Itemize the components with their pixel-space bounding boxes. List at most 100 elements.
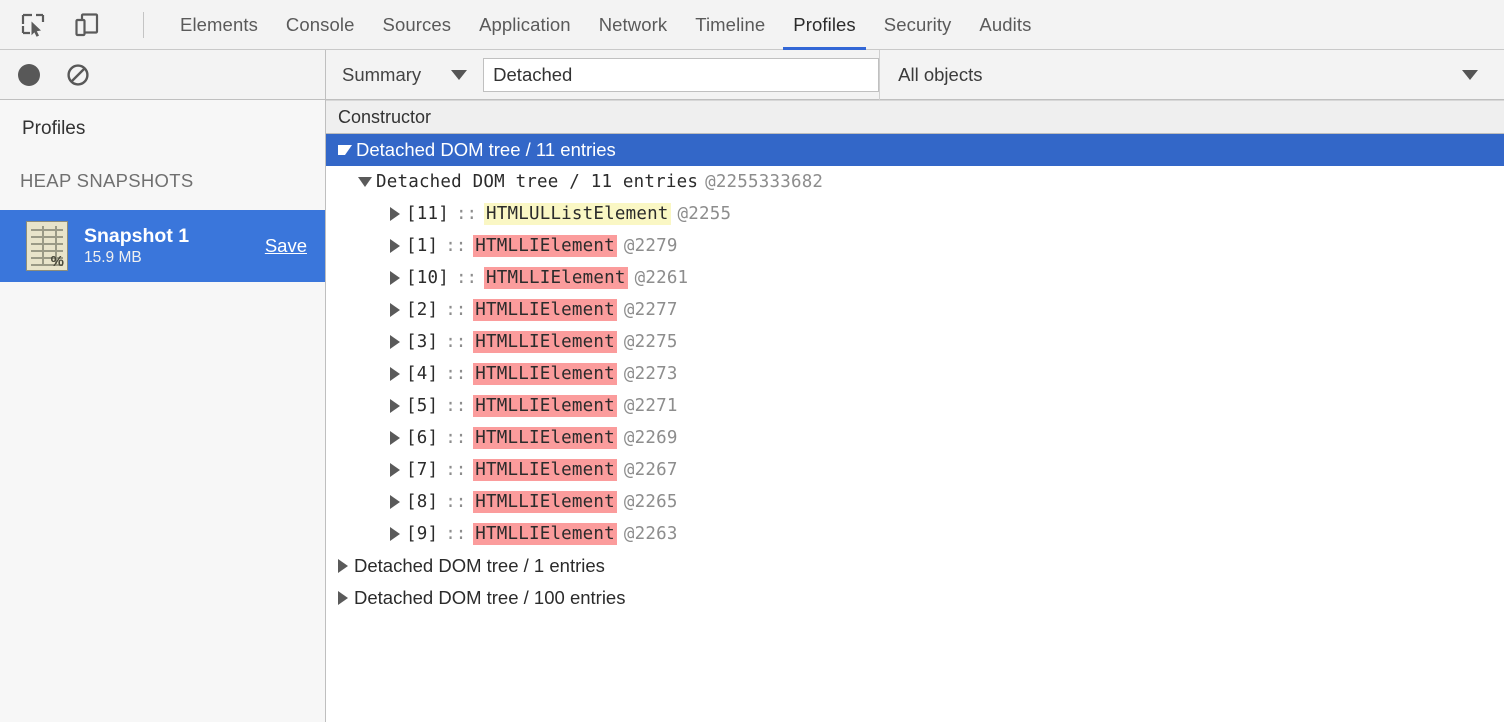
snapshot-size: 15.9 MB <box>84 249 255 267</box>
tree-row[interactable]: Detached DOM tree / 100 entries <box>326 582 1504 614</box>
tree-row[interactable]: [10]::HTMLLIElement@2261 <box>326 262 1504 294</box>
snapshot-name: Snapshot 1 <box>84 225 255 247</box>
triangle-right-icon[interactable] <box>390 207 400 221</box>
column-header-constructor[interactable]: Constructor <box>326 100 1504 134</box>
tab-label: Application <box>479 14 571 36</box>
object-address: @2263 <box>624 524 678 544</box>
constructor-name: HTMLLIElement <box>473 363 617 385</box>
tree-row[interactable]: [8]::HTMLLIElement@2265 <box>326 486 1504 518</box>
tab-elements[interactable]: Elements <box>166 0 272 50</box>
constructor-name: HTMLLIElement <box>484 267 628 289</box>
inspect-element-icon[interactable] <box>16 8 50 42</box>
tree-row[interactable]: [1]::HTMLLIElement@2279 <box>326 230 1504 262</box>
entry-separator: :: <box>445 396 466 416</box>
object-address: @2279 <box>624 236 678 256</box>
tree-row[interactable]: [2]::HTMLLIElement@2277 <box>326 294 1504 326</box>
tree-row[interactable]: Detached DOM tree / 11 entries @225533368… <box>326 166 1504 198</box>
constructor-name: HTMLULListElement <box>484 203 671 225</box>
chevron-down-icon <box>451 70 467 80</box>
tree-row[interactable]: [6]::HTMLLIElement@2269 <box>326 422 1504 454</box>
triangle-down-icon[interactable] <box>338 145 352 155</box>
panel-tabs: Elements Console Sources Application Net… <box>166 0 1045 50</box>
tree-row[interactable]: [4]::HTMLLIElement@2273 <box>326 358 1504 390</box>
entry-separator: :: <box>445 364 466 384</box>
tab-console[interactable]: Console <box>272 0 369 50</box>
heap-snapshot-icon: % <box>26 221 68 271</box>
tab-label: Elements <box>180 14 258 36</box>
entry-index: [5] <box>406 396 438 416</box>
tree-row[interactable]: [3]::HTMLLIElement@2275 <box>326 326 1504 358</box>
clear-icon[interactable] <box>66 63 90 87</box>
constructor-name: HTMLLIElement <box>473 331 617 353</box>
save-button[interactable]: Save <box>265 235 307 257</box>
tab-profiles[interactable]: Profiles <box>779 0 870 50</box>
constructor-name: HTMLLIElement <box>473 235 617 257</box>
devtools-body: Profiles HEAP SNAPSHOTS % Snapshot 1 15.… <box>0 100 1504 722</box>
tree-row-label: Detached DOM tree / 11 entries <box>376 172 698 192</box>
tree-row[interactable]: Detached DOM tree / 1 entries <box>326 550 1504 582</box>
constructor-name: HTMLLIElement <box>473 491 617 513</box>
tree-row[interactable]: Detached DOM tree / 11 entries <box>326 134 1504 166</box>
object-address: @2267 <box>624 460 678 480</box>
triangle-right-icon[interactable] <box>390 431 400 445</box>
object-address: @2265 <box>624 492 678 512</box>
entry-separator: :: <box>445 460 466 480</box>
tree-row-label: Detached DOM tree / 1 entries <box>354 555 605 577</box>
entry-index: [4] <box>406 364 438 384</box>
triangle-right-icon[interactable] <box>390 303 400 317</box>
tab-application[interactable]: Application <box>465 0 585 50</box>
entry-separator: :: <box>456 204 477 224</box>
tab-timeline[interactable]: Timeline <box>681 0 779 50</box>
view-select[interactable]: Summary <box>326 50 477 100</box>
tab-audits[interactable]: Audits <box>965 0 1045 50</box>
tree-row[interactable]: [11]::HTMLULListElement@2255 <box>326 198 1504 230</box>
entry-index: [2] <box>406 300 438 320</box>
triangle-right-icon[interactable] <box>390 271 400 285</box>
entry-index: [9] <box>406 524 438 544</box>
tree-row-label: Detached DOM tree / 11 entries <box>356 139 616 161</box>
percent-glyph: % <box>51 254 64 269</box>
tab-label: Timeline <box>695 14 765 36</box>
entry-index: [1] <box>406 236 438 256</box>
constructor-name: HTMLLIElement <box>473 523 617 545</box>
device-toolbar-icon[interactable] <box>70 8 104 42</box>
tab-security[interactable]: Security <box>870 0 966 50</box>
constructor-name: HTMLLIElement <box>473 299 617 321</box>
sidebar-title: Profiles <box>0 100 325 140</box>
object-address: @2261 <box>635 268 689 288</box>
tab-sources[interactable]: Sources <box>369 0 466 50</box>
entry-separator: :: <box>445 332 466 352</box>
tab-network[interactable]: Network <box>585 0 682 50</box>
tree-row[interactable]: [5]::HTMLLIElement@2271 <box>326 390 1504 422</box>
object-address: @2269 <box>624 428 678 448</box>
triangle-right-icon[interactable] <box>390 367 400 381</box>
entry-index: [8] <box>406 492 438 512</box>
record-icon[interactable] <box>18 64 40 86</box>
tree-row[interactable]: [7]::HTMLLIElement@2267 <box>326 454 1504 486</box>
triangle-right-icon[interactable] <box>390 239 400 253</box>
triangle-right-icon[interactable] <box>390 335 400 349</box>
entry-separator: :: <box>445 428 466 448</box>
triangle-right-icon[interactable] <box>390 527 400 541</box>
entry-index: [10] <box>406 268 449 288</box>
class-filter-input[interactable]: Detached <box>483 58 879 92</box>
entry-separator: :: <box>445 300 466 320</box>
tab-label: Console <box>286 14 355 36</box>
sidebar-section-heap-snapshots: HEAP SNAPSHOTS <box>0 140 325 192</box>
devtools-tabbar: Elements Console Sources Application Net… <box>0 0 1504 50</box>
triangle-right-icon[interactable] <box>390 495 400 509</box>
tree-row[interactable]: [9]::HTMLLIElement @2263 <box>326 518 1504 550</box>
tab-label: Network <box>599 14 668 36</box>
toolbar-divider <box>143 12 144 38</box>
triangle-right-icon[interactable] <box>390 463 400 477</box>
triangle-right-icon[interactable] <box>338 591 348 605</box>
object-address: @2255 <box>678 204 732 224</box>
triangle-down-icon[interactable] <box>358 177 372 187</box>
object-address: @2255333682 <box>705 172 823 192</box>
objects-select[interactable]: All objects <box>879 50 1504 100</box>
sidebar-item-snapshot-1[interactable]: % Snapshot 1 15.9 MB Save <box>0 210 325 282</box>
entry-separator: :: <box>445 524 466 544</box>
triangle-right-icon[interactable] <box>390 399 400 413</box>
profiles-toolbar-right: Summary Detached All objects <box>326 50 1504 100</box>
triangle-right-icon[interactable] <box>338 559 348 573</box>
